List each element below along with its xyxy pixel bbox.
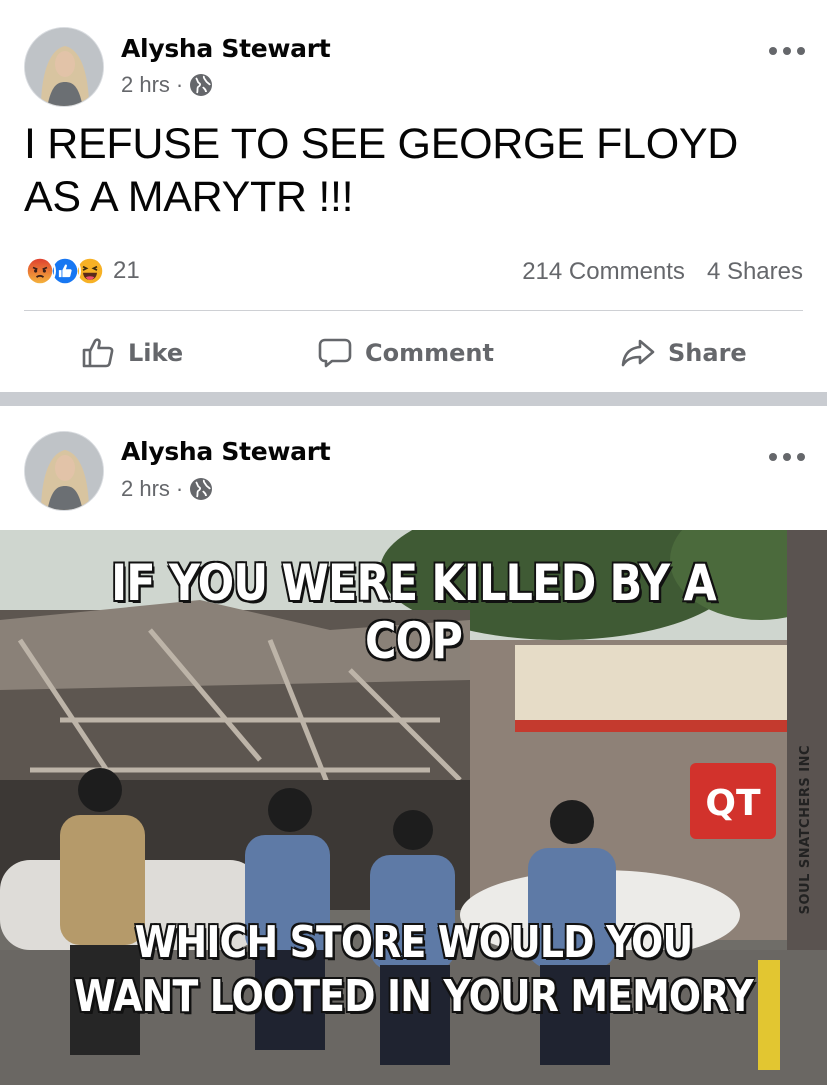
meta-separator: · bbox=[175, 476, 184, 501]
meme-image[interactable]: QT IF YOU WERE KILLED BY A COP WHICH STO… bbox=[0, 530, 827, 1085]
meme-watermark: SOUL SNATCHERS INC bbox=[798, 745, 813, 915]
share-button[interactable]: Share bbox=[620, 326, 747, 380]
reactions-count: 21 bbox=[113, 257, 140, 284]
store-sign: QT bbox=[705, 783, 761, 824]
actions-divider bbox=[24, 310, 803, 311]
comments-count[interactable]: 214 Comments bbox=[522, 258, 685, 286]
share-arrow-icon bbox=[621, 339, 655, 367]
post-card: Alysha Stewart 2 hrs · QT IF YOU WERE KI… bbox=[0, 406, 827, 1085]
share-label: Share bbox=[668, 339, 747, 367]
meta-separator: · bbox=[175, 72, 184, 97]
angry-reaction-icon bbox=[24, 255, 56, 287]
engagement-counts: 214 Comments 4 Shares bbox=[522, 258, 803, 286]
feed-divider bbox=[0, 392, 827, 406]
author-avatar[interactable] bbox=[24, 27, 104, 107]
shares-count[interactable]: 4 Shares bbox=[707, 258, 803, 286]
post-text: I REFUSE TO SEE GEORGE FLOYD AS A MARYTR… bbox=[24, 118, 794, 224]
more-options-icon[interactable] bbox=[769, 450, 805, 464]
comment-bubble-icon bbox=[318, 338, 352, 368]
like-button[interactable]: Like bbox=[80, 326, 183, 380]
post-text-line: I REFUSE TO SEE GEORGE FLOYD bbox=[24, 120, 739, 168]
post-meta: 2 hrs · bbox=[121, 476, 213, 502]
globe-icon bbox=[190, 478, 213, 500]
post-time[interactable]: 2 hrs bbox=[121, 476, 170, 502]
post-text-line: AS A MARYTR !!! bbox=[24, 173, 354, 221]
meme-bottom-line: WHICH STORE WOULD YOU bbox=[134, 916, 694, 969]
meme-top-caption: IF YOU WERE KILLED BY A COP bbox=[110, 553, 717, 671]
post-card: Alysha Stewart 2 hrs · I REFUSE TO SEE G… bbox=[0, 0, 827, 392]
globe-icon bbox=[190, 74, 213, 96]
more-options-icon[interactable] bbox=[769, 44, 805, 58]
author-name[interactable]: Alysha Stewart bbox=[121, 34, 331, 63]
like-label: Like bbox=[128, 339, 184, 367]
thumbs-up-icon bbox=[82, 338, 114, 368]
author-avatar[interactable] bbox=[24, 431, 104, 511]
meme-bottom-line: WANT LOOTED IN YOUR MEMORY bbox=[73, 970, 755, 1023]
comment-label: Comment bbox=[365, 339, 494, 367]
post-meta: 2 hrs · bbox=[121, 72, 213, 98]
post-actions-bar: Like Comment Share bbox=[0, 326, 827, 380]
author-name[interactable]: Alysha Stewart bbox=[121, 437, 331, 466]
comment-button[interactable]: Comment bbox=[317, 326, 494, 380]
post-time[interactable]: 2 hrs bbox=[121, 72, 170, 98]
reactions-summary[interactable]: 21 bbox=[24, 255, 140, 287]
meme-bottom-caption: WHICH STORE WOULD YOU WANT LOOTED IN YOU… bbox=[58, 916, 769, 1024]
